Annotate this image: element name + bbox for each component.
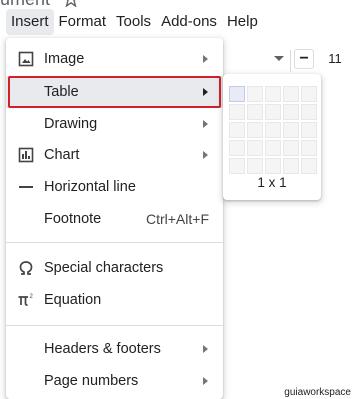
menu-item-drawing[interactable]: Drawing xyxy=(6,108,223,140)
table-grid-cell[interactable] xyxy=(283,104,299,120)
watermark: guiaworkspace xyxy=(284,387,351,398)
menu-item-label: Image xyxy=(44,51,85,67)
table-grid-cell[interactable] xyxy=(247,122,263,138)
table-grid xyxy=(229,86,317,174)
menu-item-label: Equation xyxy=(44,292,102,308)
menu-item-label: Horizontal line xyxy=(44,179,136,195)
horizontal-line-icon xyxy=(17,178,35,196)
table-grid-cell[interactable] xyxy=(301,140,317,156)
menu-item-special-characters[interactable]: Special characters xyxy=(6,252,223,284)
shortcut-label: Ctrl+Alt+F xyxy=(145,211,209,227)
table-grid-cell[interactable] xyxy=(229,140,245,156)
menu-item-label: Chart xyxy=(44,147,80,163)
menu-bar: Insert Format Tools Add-ons Help xyxy=(0,8,352,36)
menu-tools[interactable]: Tools xyxy=(111,9,156,35)
menu-insert[interactable]: Insert xyxy=(6,9,54,35)
star-icon[interactable] xyxy=(63,0,79,7)
font-dropdown-caret-icon[interactable] xyxy=(274,56,284,61)
pi-icon: 2 xyxy=(17,291,35,309)
omega-icon xyxy=(17,259,35,277)
table-grid-cell[interactable] xyxy=(247,104,263,120)
table-grid-cell[interactable] xyxy=(283,158,299,174)
menu-item-label: Special characters xyxy=(44,260,164,276)
table-grid-cell[interactable] xyxy=(301,104,317,120)
table-grid-cell[interactable] xyxy=(265,86,281,102)
table-grid-cell[interactable] xyxy=(265,104,281,120)
menu-item-headers-footers[interactable]: Headers & footers xyxy=(6,333,223,365)
table-grid-cell[interactable] xyxy=(265,140,281,156)
svg-text:2: 2 xyxy=(30,294,34,300)
table-grid-cell[interactable] xyxy=(229,86,245,102)
decrease-font-size-button[interactable]: − xyxy=(294,49,314,69)
table-grid-cell[interactable] xyxy=(229,104,245,120)
menu-item-footnote[interactable]: Footnote Ctrl+Alt+F xyxy=(6,203,223,235)
table-grid-cell[interactable] xyxy=(247,86,263,102)
table-grid-cell[interactable] xyxy=(265,122,281,138)
menu-help[interactable]: Help xyxy=(222,9,263,35)
menu-item-label: Page numbers xyxy=(44,373,139,389)
menu-item-label: Drawing xyxy=(44,116,98,132)
menu-add-ons[interactable]: Add-ons xyxy=(156,9,222,35)
menu-format[interactable]: Format xyxy=(54,9,112,35)
menu-item-label: Headers & footers xyxy=(44,341,161,357)
menu-divider xyxy=(6,242,223,243)
table-grid-cell[interactable] xyxy=(229,158,245,174)
menu-item-image[interactable]: Image xyxy=(6,43,223,75)
table-grid-cell[interactable] xyxy=(247,158,263,174)
menu-item-page-numbers[interactable]: Page numbers xyxy=(6,365,223,397)
table-grid-cell[interactable] xyxy=(265,158,281,174)
table-size-label: 1 x 1 xyxy=(257,175,287,190)
menu-item-horizontal-line[interactable]: Horizontal line xyxy=(6,171,223,203)
font-size-field[interactable]: 11 xyxy=(320,49,350,69)
toolbar: − 11 xyxy=(226,46,352,74)
image-icon xyxy=(17,50,35,68)
menu-item-equation[interactable]: 2 Equation xyxy=(6,284,223,316)
submenu-arrow-icon xyxy=(203,345,208,353)
table-grid-cell[interactable] xyxy=(301,122,317,138)
highlight-outline xyxy=(8,76,221,108)
toolbar-divider xyxy=(290,50,291,72)
table-grid-cell[interactable] xyxy=(283,86,299,102)
submenu-arrow-icon xyxy=(203,120,208,128)
table-size-picker: 1 x 1 xyxy=(223,74,321,200)
submenu-arrow-icon xyxy=(203,55,208,63)
submenu-arrow-icon xyxy=(203,377,208,385)
table-grid-cell[interactable] xyxy=(301,158,317,174)
menu-divider xyxy=(6,325,223,326)
menu-item-chart[interactable]: Chart xyxy=(6,139,223,171)
submenu-arrow-icon xyxy=(203,151,208,159)
menu-item-label: Footnote xyxy=(44,211,102,227)
table-grid-cell[interactable] xyxy=(283,122,299,138)
table-grid-cell[interactable] xyxy=(283,140,299,156)
table-grid-cell[interactable] xyxy=(229,122,245,138)
table-grid-cell[interactable] xyxy=(301,86,317,102)
table-grid-cell[interactable] xyxy=(247,140,263,156)
chart-icon xyxy=(17,146,35,164)
